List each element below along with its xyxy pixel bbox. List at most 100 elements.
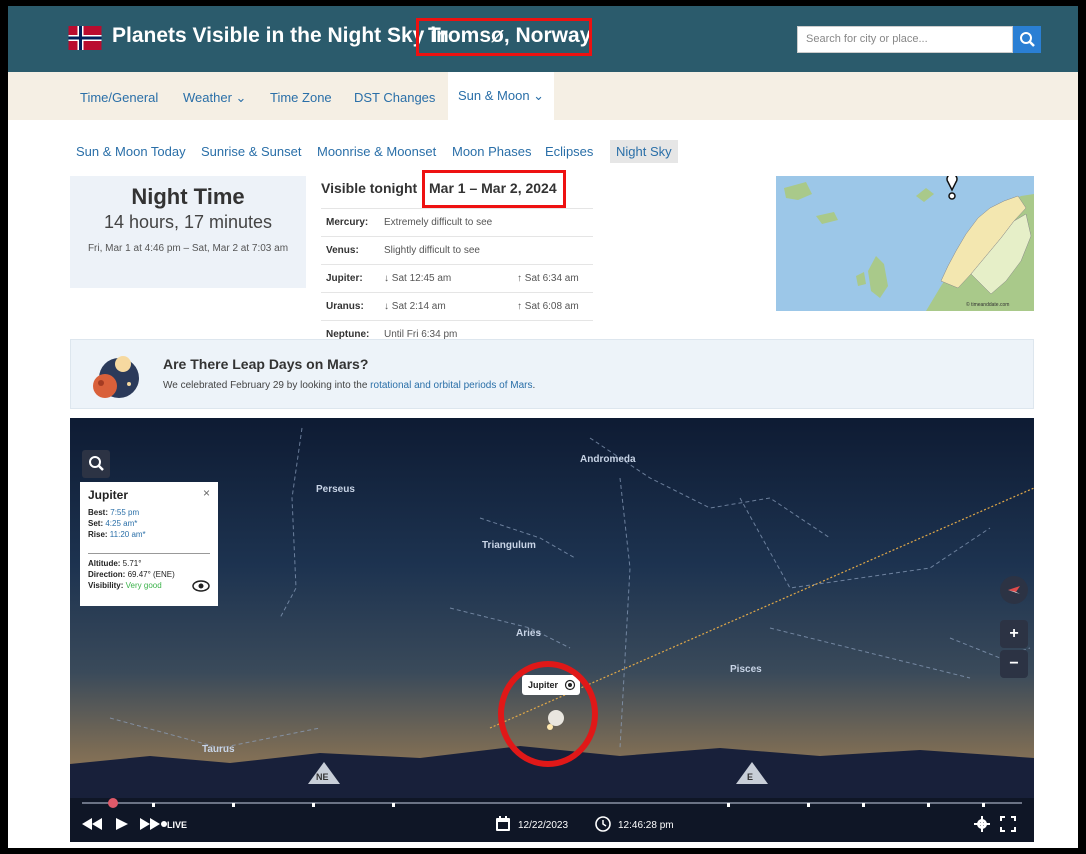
constellation-label: Perseus (316, 484, 355, 495)
altitude: Altitude: 5.71° (88, 559, 141, 568)
nav-item-weather[interactable]: Weather ⌄ (183, 90, 246, 106)
planet-row: Mercury: Extremely difficult to see (321, 208, 593, 236)
nav-item-time-general[interactable]: Time/General (80, 90, 158, 105)
fast-forward-icon[interactable] (140, 818, 160, 830)
visibility: Visibility: Very good (88, 581, 162, 590)
nav-item-time-zone[interactable]: Time Zone (270, 90, 332, 105)
constellation-label: Andromeda (580, 454, 636, 465)
map-credit: © timeanddate.com (966, 301, 1009, 308)
visibility-label: Visibility: (88, 581, 124, 590)
location-map[interactable]: © timeanddate.com (776, 176, 1034, 311)
planet-detail: Slightly difficult to see (384, 245, 480, 256)
altitude-label: Altitude: (88, 559, 121, 568)
timeline-tick (927, 803, 930, 807)
sky-search-button[interactable] (82, 450, 110, 478)
time-display[interactable]: 12:46:28 pm (618, 820, 674, 831)
planet-detail: Extremely difficult to see (384, 217, 493, 228)
constellation-label: Aries (516, 628, 542, 639)
panel-divider (88, 553, 210, 554)
highlight-circle-jupiter (498, 661, 598, 767)
mars-planet-icon (93, 356, 139, 398)
timeline-tick (862, 803, 865, 807)
fullscreen-icon[interactable] (1000, 816, 1016, 832)
planet-row: Jupiter: ↓ Sat 12:45 am ↑ Sat 6:34 am (321, 264, 593, 292)
clock-icon[interactable] (595, 816, 611, 832)
night-time-title: Night Time (131, 184, 245, 209)
timeline-tick (727, 803, 730, 807)
timeline-tick (807, 803, 810, 807)
night-sky-view[interactable]: Andromeda Perseus Triangulum Aries Pisce… (70, 418, 1034, 842)
date-display[interactable]: 12/22/2023 (518, 820, 568, 831)
panel-title: Jupiter (88, 488, 129, 502)
planet-name: Uranus: (326, 301, 364, 312)
search-input[interactable]: Search for city or place... (797, 26, 1013, 53)
timeline-track[interactable] (82, 798, 1022, 808)
banner-text: We celebrated February 29 by looking int… (163, 380, 535, 391)
search-icon (1020, 32, 1035, 47)
search-icon (89, 456, 104, 471)
scandinavia-map-graphic: © timeanddate.com (784, 176, 1034, 311)
constellation-label: Taurus (202, 744, 235, 755)
time-controls-bar: LIVE 12/22/2023 12:46:28 pm (70, 798, 1034, 842)
nav-item-sun-moon[interactable]: Sun & Moon ⌄ (448, 72, 555, 120)
planet-rise-time: ↑ Sat 6:34 am (517, 273, 579, 284)
night-time-box: Night Time 14 hours, 17 minutes Fri, Mar… (70, 176, 306, 288)
constellation-label: Pisces (730, 664, 762, 675)
subnav-sunrise-sunset[interactable]: Sunrise & Sunset (201, 144, 301, 159)
night-time-range: Fri, Mar 1 at 4:46 pm – Sat, Mar 2 at 7:… (87, 243, 289, 254)
direction: Direction: 69.47° (ENE) (88, 570, 175, 579)
rewind-icon[interactable] (82, 818, 102, 830)
highlight-box-dates (422, 170, 566, 208)
direction-value: 69.47° (ENE) (127, 570, 175, 579)
compass-button[interactable] (1000, 576, 1028, 604)
best-time: Best: 7:55 pm (88, 508, 139, 517)
subnav-night-sky[interactable]: Night Sky (610, 140, 678, 163)
planet-info-panel: Jupiter × Best: 7:55 pm Set: 4:25 am* Ri… (80, 482, 218, 606)
planet-name: Jupiter: (326, 273, 363, 284)
banner-link[interactable]: rotational and orbital periods of Mars (370, 380, 532, 391)
subnav-moon-phases[interactable]: Moon Phases (452, 144, 532, 159)
mars-article-banner[interactable]: Are There Leap Days on Mars? We celebrat… (70, 339, 1034, 409)
rise-time: Rise: 11:20 am* (88, 530, 146, 539)
set-label: Set: (88, 519, 104, 528)
banner-text-lead: We celebrated February 29 by looking int… (163, 380, 371, 391)
site-header: Planets Visible in the Night Sky in Trom… (8, 6, 1078, 72)
banner-text-tail: . (532, 380, 536, 391)
planet-name: Mercury: (326, 217, 369, 228)
timeline-tick (312, 803, 315, 807)
timeline-tick (232, 803, 235, 807)
subnav-sun-moon-today[interactable]: Sun & Moon Today (76, 144, 186, 159)
altitude-value: 5.71° (122, 559, 142, 568)
timeline-tick (152, 803, 155, 807)
rise-value: 11:20 am* (109, 530, 146, 539)
close-icon[interactable]: × (203, 486, 210, 500)
planet-set-time: ↓ Sat 12:45 am (384, 273, 452, 284)
subnav-moonrise-moonset[interactable]: Moonrise & Moonset (317, 144, 436, 159)
best-label: Best: (88, 508, 109, 517)
nav-item-dst-changes[interactable]: DST Changes (354, 90, 435, 105)
set-time: Set: 4:25 am* (88, 519, 137, 528)
search-button[interactable] (1013, 26, 1041, 53)
zoom-in-button[interactable]: + (1000, 620, 1028, 648)
planet-rise-time: ↑ Sat 6:08 am (517, 301, 579, 312)
page-frame: Planets Visible in the Night Sky in Trom… (8, 6, 1078, 848)
night-time-duration: 14 hours, 17 minutes (103, 212, 273, 232)
live-button[interactable]: LIVE (167, 820, 187, 830)
gear-icon[interactable] (974, 816, 990, 832)
direction-marker-ne: NE (316, 772, 329, 782)
best-value: 7:55 pm (110, 508, 140, 517)
planet-table: Mercury: Extremely difficult to see Venu… (321, 208, 593, 348)
calendar-icon[interactable] (495, 816, 511, 832)
zoom-out-button[interactable]: − (1000, 650, 1028, 678)
timeline-handle[interactable] (108, 798, 118, 808)
eye-icon[interactable] (192, 580, 210, 592)
subnav-eclipses[interactable]: Eclipses (545, 144, 593, 159)
planet-name: Venus: (326, 245, 359, 256)
direction-label: Direction: (88, 570, 126, 579)
play-icon[interactable] (116, 818, 128, 830)
visibility-value: Very good (125, 581, 162, 590)
highlight-box-location (416, 18, 592, 56)
compass-icon (1008, 586, 1020, 594)
planet-row: Uranus: ↓ Sat 2:14 am ↑ Sat 6:08 am (321, 292, 593, 320)
banner-title: Are There Leap Days on Mars? (163, 356, 369, 372)
